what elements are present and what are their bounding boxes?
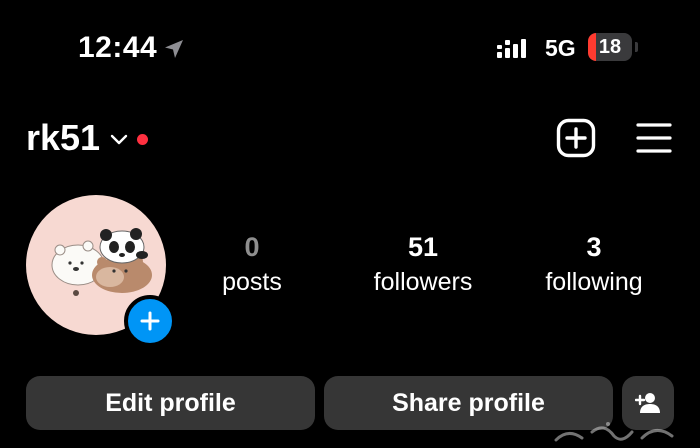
plus-icon: [140, 311, 160, 331]
following-label: following: [545, 268, 643, 296]
following-count: 3: [586, 232, 602, 262]
battery-indicator: 18: [588, 33, 632, 61]
create-button[interactable]: [556, 118, 596, 158]
posts-label: posts: [222, 268, 282, 296]
battery-level: 18: [598, 36, 622, 58]
stat-following[interactable]: 3 following: [509, 230, 679, 299]
username: rk51: [26, 117, 101, 158]
stat-followers[interactable]: 51 followers: [338, 230, 508, 299]
account-switcher[interactable]: rk51: [26, 114, 149, 162]
profile-screen: 12:44 5G 18 rk51 0 posts 51 followers 3 …: [0, 0, 700, 448]
notification-dot: [137, 133, 149, 145]
cellular-signal-icon: [497, 39, 526, 58]
status-time: 12:44: [78, 31, 158, 64]
posts-count: 0: [244, 232, 260, 262]
battery-cap: [635, 42, 638, 52]
hamburger-menu-icon[interactable]: [636, 120, 672, 156]
followers-count: 51: [407, 232, 439, 262]
add-story-button[interactable]: [124, 295, 176, 347]
network-type: 5G: [545, 35, 576, 61]
stat-posts[interactable]: 0 posts: [167, 230, 337, 299]
edit-profile-button[interactable]: Edit profile: [26, 376, 315, 430]
watermark-logo: [554, 422, 674, 442]
add-person-icon: [635, 393, 660, 413]
followers-label: followers: [373, 268, 473, 296]
chevron-down-icon: [110, 134, 128, 145]
location-arrow-icon: [165, 40, 183, 58]
